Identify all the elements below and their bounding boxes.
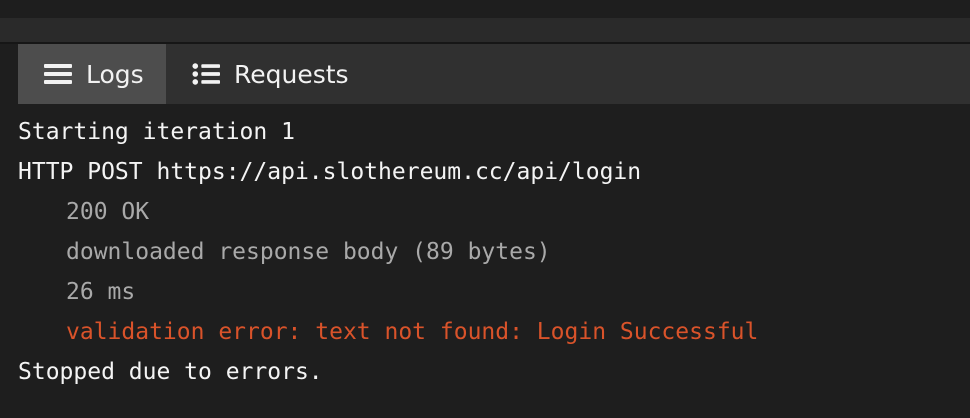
- log-line-request: HTTP POST https://api.slothereum.cc/api/…: [18, 159, 642, 185]
- tab-bar: Logs Requests: [18, 44, 970, 104]
- tab-requests-label: Requests: [234, 59, 349, 89]
- list-lines-icon: [44, 62, 72, 86]
- tab-logs-label: Logs: [86, 59, 144, 89]
- log-line-iteration: Starting iteration 1: [18, 119, 295, 145]
- tab-logs[interactable]: Logs: [18, 44, 166, 104]
- bulleted-list-icon: [192, 62, 220, 86]
- log-line-stopped: Stopped due to errors.: [18, 359, 323, 385]
- log-line-duration: 26 ms: [66, 279, 136, 305]
- log-line-status: 200 OK: [66, 199, 150, 225]
- logs-panel: Logs Requests Starting iteration 1 HTTP …: [0, 0, 970, 418]
- toolbar-band: [0, 18, 970, 42]
- log-line-validation-error: validation error: text not found: Login …: [66, 319, 759, 345]
- tab-requests[interactable]: Requests: [166, 44, 369, 104]
- top-strip: [0, 0, 970, 18]
- log-output: Starting iteration 1 HTTP POST https://a…: [18, 112, 958, 392]
- log-line-response-body: downloaded response body (89 bytes): [66, 239, 551, 265]
